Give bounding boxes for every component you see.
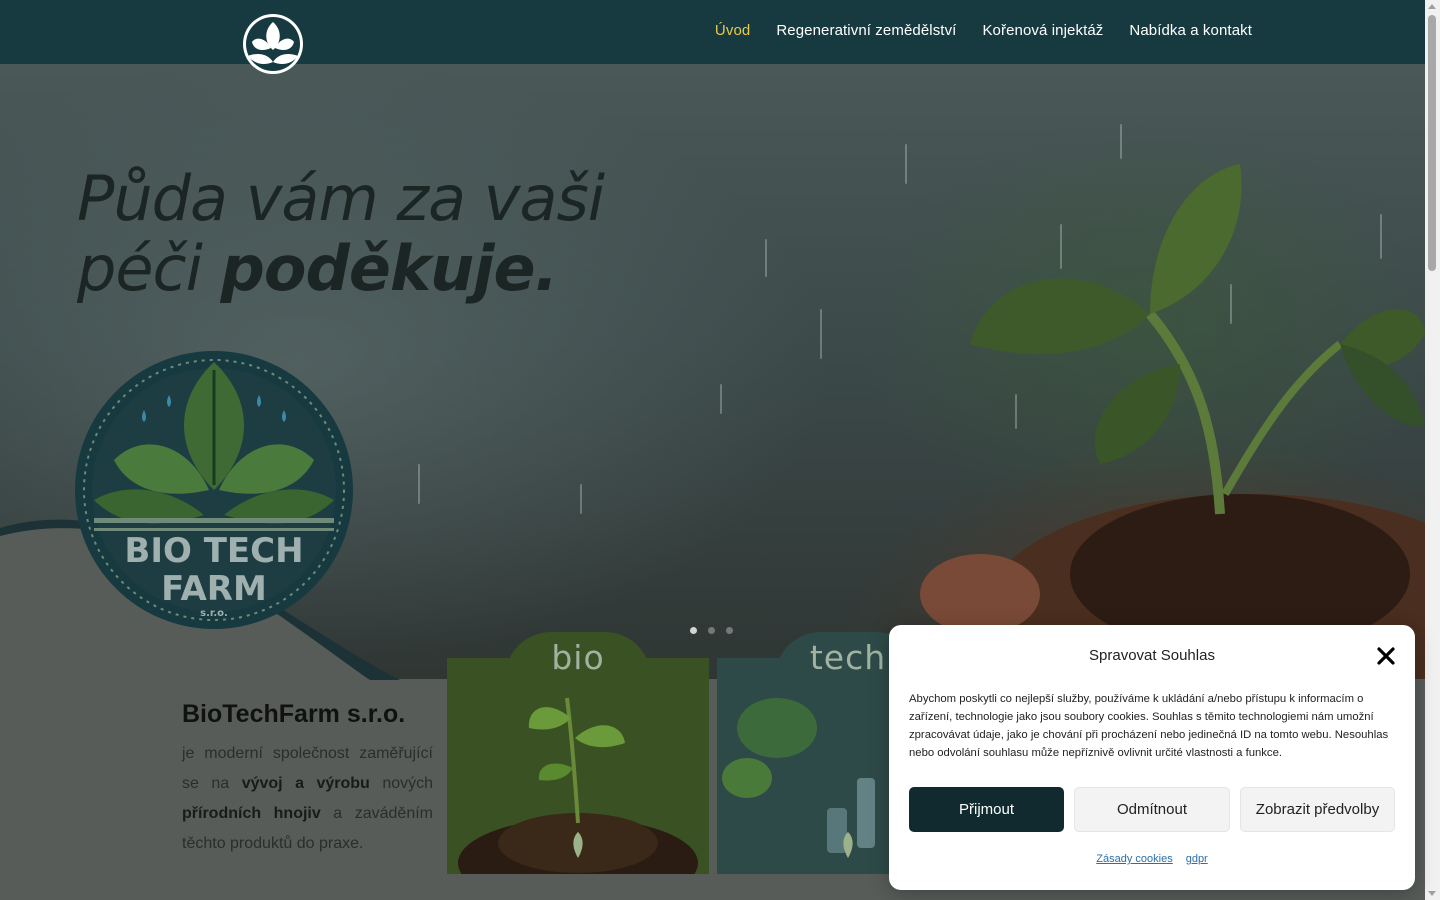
hero-title-bold: poděkuje.: [220, 232, 559, 305]
cookie-links: Zásady cookies gdpr: [889, 853, 1415, 865]
company-name: BioTechFarm s.r.o.: [182, 700, 406, 728]
deny-button[interactable]: Odmítnout: [1074, 787, 1230, 832]
close-icon[interactable]: [1375, 645, 1397, 667]
nav-item-regenerativni-zemedelstvi[interactable]: Regenerativní zemědělství: [776, 22, 956, 39]
nav-item-nabidka-a-kontakt[interactable]: Nabídka a kontakt: [1129, 22, 1252, 39]
company-description: je moderní společnost zaměřující se na v…: [182, 745, 434, 852]
accept-button[interactable]: Přijmout: [909, 787, 1064, 832]
site-header: Úvod Regenerativní zemědělství Kořenová …: [0, 0, 1425, 74]
scroll-down-arrow-icon[interactable]: [1428, 891, 1436, 896]
hero-title-line1: Půda vám za vaši: [77, 162, 605, 235]
page-scrollbar[interactable]: [1425, 0, 1440, 900]
hero-title: Půda vám za vaši péči poděkuje.: [77, 162, 605, 305]
gdpr-link[interactable]: gdpr: [1186, 853, 1208, 865]
view-preferences-button[interactable]: Zobrazit předvolby: [1240, 787, 1395, 832]
slider-dot-2[interactable]: [708, 627, 715, 634]
nav-item-uvod[interactable]: Úvod: [715, 22, 750, 39]
logo-badge-line1: BIO TECH: [124, 531, 303, 571]
scroll-up-arrow-icon[interactable]: [1428, 4, 1436, 9]
cookie-dialog-title: Spravovat Souhlas: [1089, 647, 1215, 664]
card-bio[interactable]: bio: [447, 632, 709, 874]
card-bio-image: [447, 658, 709, 874]
nav-item-korenova-injektaz[interactable]: Kořenová injektáž: [982, 22, 1103, 39]
scrollbar-thumb[interactable]: [1428, 15, 1436, 271]
biotechfarm-logo-badge: BIO TECH FARM s.r.o.: [75, 351, 353, 629]
logo-badge-line3: s.r.o.: [200, 608, 228, 619]
card-bio-label: bio: [551, 638, 605, 677]
hero-title-line2: péči poděkuje.: [77, 232, 559, 305]
cookie-consent-dialog: Spravovat Souhlas Abychom poskytli co ne…: [889, 625, 1415, 890]
main-nav: Úvod Regenerativní zemědělství Kořenová …: [715, 22, 1252, 39]
cookie-policy-link[interactable]: Zásady cookies: [1096, 853, 1172, 865]
cookie-dialog-text: Abychom poskytli co nejlepší služby, pou…: [909, 693, 1389, 759]
header-logo[interactable]: [228, 12, 318, 76]
logo-badge-line2: FARM: [161, 569, 267, 609]
hero-plant-image: [920, 164, 1425, 679]
